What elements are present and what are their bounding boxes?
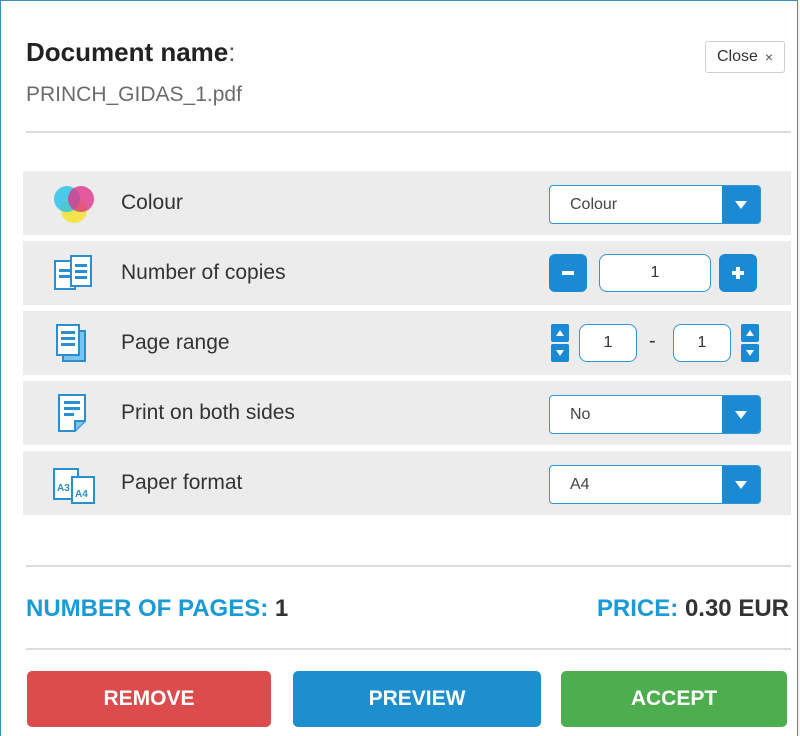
option-row-colour: Colour Colour (23, 171, 791, 235)
range-separator: - (649, 330, 656, 352)
range-from-input[interactable]: 1 (579, 324, 637, 362)
page-count-label: NUMBER OF PAGES: (26, 595, 269, 622)
page-range-icon (56, 324, 86, 362)
page-range-label: Page range (121, 331, 230, 354)
increase-copies-button[interactable] (719, 254, 757, 292)
spin-down-icon[interactable] (741, 344, 759, 362)
paper-format-icon: A3 A4 (53, 468, 95, 504)
colour-circles-icon (54, 186, 94, 223)
chevron-down-icon[interactable] (722, 396, 760, 433)
colour-label: Colour (121, 191, 183, 214)
divider (26, 131, 791, 133)
close-button[interactable]: Close × (705, 41, 786, 73)
accept-button[interactable]: ACCEPT (561, 671, 787, 727)
paper-format-select-value: A4 (570, 476, 590, 493)
plus-icon (732, 267, 744, 279)
spin-down-icon[interactable] (551, 344, 569, 362)
divider (26, 565, 791, 567)
option-row-paper-format: A3 A4 Paper format A4 (23, 451, 791, 515)
copies-input[interactable]: 1 (599, 254, 711, 292)
price-summary: PRICE: 0.30 EUR (597, 595, 789, 623)
range-to-input[interactable]: 1 (673, 324, 731, 362)
chevron-down-icon[interactable] (722, 466, 760, 503)
copies-label: Number of copies (121, 261, 286, 284)
page-count-value: 1 (274, 595, 289, 622)
divider (26, 648, 791, 650)
colour-select[interactable]: Colour (549, 185, 761, 224)
colour-select-value: Colour (570, 196, 618, 213)
paper-icon-text-b: A4 (75, 489, 88, 500)
range-from-spinner[interactable] (551, 324, 569, 362)
duplex-select[interactable]: No (549, 395, 761, 434)
duplex-icon (58, 394, 86, 432)
decrease-copies-button[interactable] (549, 254, 587, 292)
option-row-duplex: Print on both sides No (23, 381, 791, 445)
close-icon: × (764, 49, 774, 65)
duplex-label: Print on both sides (121, 401, 295, 424)
document-file-name: PRINCH_GIDAS_1.pdf (26, 83, 242, 106)
preview-button[interactable]: PREVIEW (293, 671, 541, 727)
page-count-summary: NUMBER OF PAGES: 1 (26, 595, 288, 623)
spin-up-icon[interactable] (741, 324, 759, 342)
chevron-down-icon[interactable] (722, 186, 760, 223)
range-to-spinner[interactable] (741, 324, 759, 362)
option-row-copies: Number of copies 1 (23, 241, 791, 305)
spin-up-icon[interactable] (551, 324, 569, 342)
duplex-select-value: No (570, 406, 591, 423)
minus-icon (562, 271, 574, 275)
remove-button[interactable]: REMOVE (27, 671, 271, 727)
paper-icon-text-a: A3 (57, 483, 70, 494)
price-value: 0.30 EUR (684, 595, 789, 622)
paper-format-label: Paper format (121, 471, 243, 494)
price-label: PRICE: (596, 595, 679, 622)
copies-icon (54, 255, 92, 290)
paper-format-select[interactable]: A4 (549, 465, 761, 504)
print-settings-dialog: Document name: PRINCH_GIDAS_1.pdf Close … (0, 0, 798, 736)
close-label: Close (717, 48, 758, 65)
option-row-page-range: Page range 1 - 1 (23, 311, 791, 375)
document-name-heading: Document name: (26, 37, 236, 67)
